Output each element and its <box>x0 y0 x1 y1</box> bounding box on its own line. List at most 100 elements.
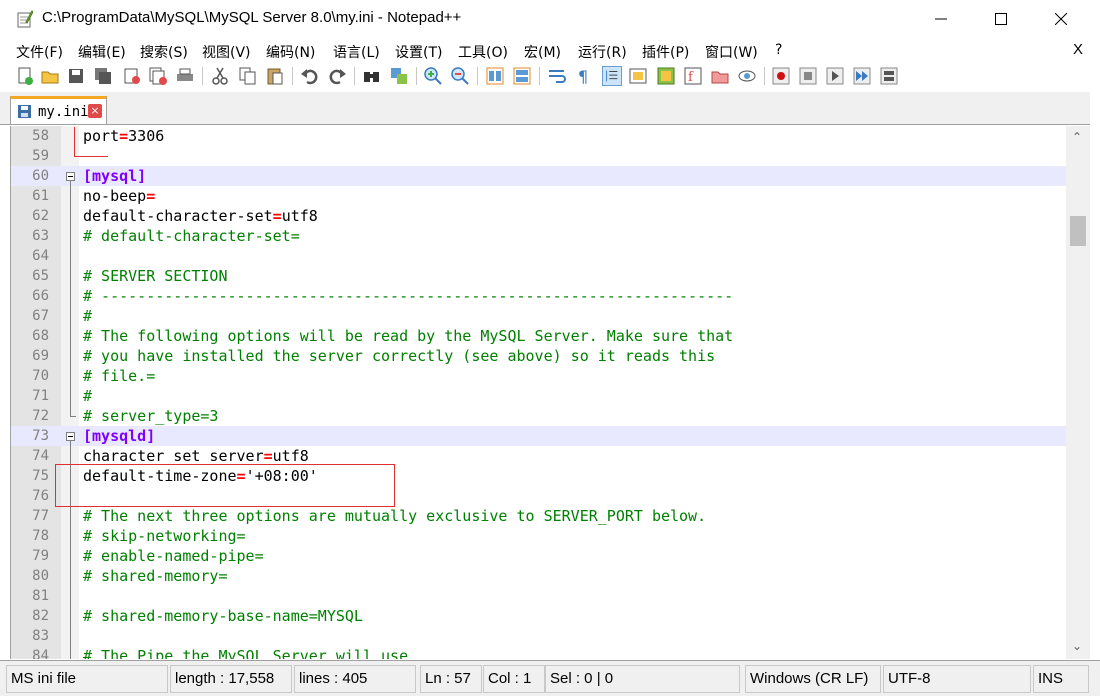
code-line[interactable]: 84 # The Pipe the MySQL Server will use <box>11 646 1066 659</box>
tab-my-ini[interactable]: my.ini × <box>10 96 107 124</box>
document-tab-bar: my.ini × <box>0 92 1090 125</box>
zoom-out-icon[interactable] <box>450 66 470 86</box>
code-line[interactable]: 81 <box>11 586 1066 606</box>
zoom-in-icon[interactable] <box>423 66 443 86</box>
code-text: # file.= <box>83 367 156 385</box>
code-text: # default-character-set= <box>83 227 300 245</box>
undo-icon[interactable] <box>300 66 320 86</box>
open-file-icon[interactable] <box>40 66 60 86</box>
menu-settings[interactable]: 设置(T) <box>395 42 442 62</box>
menu-run[interactable]: 运行(R) <box>578 42 627 62</box>
status-eol-format[interactable]: Windows (CR LF) <box>745 665 881 693</box>
sync-horizontal-icon[interactable] <box>512 66 532 86</box>
code-text: # The Pipe the MySQL Server will use <box>83 647 409 659</box>
code-line[interactable]: 74 character_set_server=utf8 <box>11 446 1066 466</box>
code-line[interactable]: 58 port=3306 <box>11 126 1066 146</box>
save-status-icon <box>18 105 31 118</box>
code-line[interactable]: 72 # server_type=3 <box>11 406 1066 426</box>
save-icon[interactable] <box>66 66 86 86</box>
function-list-icon[interactable]: f <box>683 66 703 86</box>
notepadpp-app-icon <box>17 10 33 28</box>
line-number: 59 <box>32 148 49 164</box>
line-number: 71 <box>32 388 49 404</box>
find-icon[interactable] <box>362 66 382 86</box>
fold-toggle-icon[interactable] <box>66 432 75 441</box>
close-window-button[interactable] <box>1038 0 1084 38</box>
close-document-x[interactable]: X <box>1073 41 1083 58</box>
menu-tools[interactable]: 工具(O) <box>458 42 508 62</box>
code-line[interactable]: 77 # The next three options are mutually … <box>11 506 1066 526</box>
paste-icon[interactable] <box>265 66 285 86</box>
menu-language[interactable]: 语言(L) <box>333 42 380 62</box>
code-line[interactable]: 71 # <box>11 386 1066 406</box>
line-number: 73 <box>32 428 49 444</box>
tab-close-icon[interactable]: × <box>88 104 102 118</box>
code-line[interactable]: 64 <box>11 246 1066 266</box>
cut-icon[interactable] <box>210 66 230 86</box>
line-number: 65 <box>32 268 49 284</box>
code-line[interactable]: 63 # default-character-set= <box>11 226 1066 246</box>
code-line[interactable]: 59 <box>11 146 1066 166</box>
code-line[interactable]: 69 # you have installed the server correc… <box>11 346 1066 366</box>
code-text: # The following options will be read by … <box>83 327 734 345</box>
vertical-scrollbar[interactable]: ⌃ ⌄ <box>1066 126 1090 659</box>
new-file-icon[interactable] <box>15 66 35 86</box>
menu-encoding[interactable]: 编码(N) <box>266 42 315 62</box>
close-all-icon[interactable] <box>148 66 168 86</box>
code-line[interactable]: 78 # skip-networking= <box>11 526 1066 546</box>
code-line[interactable]: 67 # <box>11 306 1066 326</box>
minimize-button[interactable] <box>918 0 964 38</box>
print-icon[interactable] <box>175 66 195 86</box>
run-macro-multiple-icon[interactable] <box>852 66 872 86</box>
menu-edit[interactable]: 编辑(E) <box>78 42 126 62</box>
editor-area[interactable]: 58 port=3306 59 60 [mysql] 61 no-beep= 62 defaul… <box>10 126 1066 659</box>
menu-macro[interactable]: 宏(M) <box>524 42 561 62</box>
close-file-icon[interactable] <box>122 66 142 86</box>
menu-search[interactable]: 搜索(S) <box>140 42 188 62</box>
code-line[interactable]: 82 # shared-memory-base-name=MYSQL <box>11 606 1066 626</box>
replace-icon[interactable] <box>389 66 409 86</box>
scrollbar-thumb[interactable] <box>1070 216 1086 246</box>
status-encoding[interactable]: UTF-8 <box>883 665 1031 693</box>
code-line[interactable]: 60 [mysql] <box>11 166 1066 186</box>
notepadpp-window: C:\ProgramData\MySQL\MySQL Server 8.0\my… <box>0 0 1100 700</box>
monitoring-icon[interactable] <box>737 66 757 86</box>
doc-map-icon[interactable] <box>656 66 676 86</box>
code-line[interactable]: 80 # shared-memory= <box>11 566 1066 586</box>
show-all-chars-icon[interactable]: ¶ <box>574 66 594 86</box>
code-line[interactable]: 79 # enable-named-pipe= <box>11 546 1066 566</box>
code-line[interactable]: 83 <box>11 626 1066 646</box>
redo-icon[interactable] <box>327 66 347 86</box>
code-line[interactable]: 68 # The following options will be read b… <box>11 326 1066 346</box>
menu-file[interactable]: 文件(F) <box>16 42 63 62</box>
menu-window[interactable]: 窗口(W) <box>705 42 758 62</box>
code-line[interactable]: 73 [mysqld] <box>11 426 1066 446</box>
indent-guide-icon[interactable] <box>602 66 622 86</box>
copy-icon[interactable] <box>238 66 258 86</box>
record-macro-icon[interactable] <box>771 66 791 86</box>
code-text: # server_type=3 <box>83 407 219 425</box>
code-line[interactable]: 66 # ------------------------------------… <box>11 286 1066 306</box>
save-macro-icon[interactable] <box>879 66 899 86</box>
play-macro-icon[interactable] <box>825 66 845 86</box>
maximize-button[interactable] <box>978 0 1024 38</box>
sync-vertical-icon[interactable] <box>485 66 505 86</box>
word-wrap-icon[interactable] <box>547 66 567 86</box>
window-title: C:\ProgramData\MySQL\MySQL Server 8.0\my… <box>42 9 462 26</box>
code-line[interactable]: 65 # SERVER SECTION <box>11 266 1066 286</box>
folder-workspace-icon[interactable] <box>710 66 730 86</box>
scroll-up-icon[interactable]: ⌃ <box>1072 130 1082 144</box>
menu-plugins[interactable]: 插件(P) <box>642 42 689 62</box>
user-defined-lang-icon[interactable] <box>628 66 648 86</box>
menu-help[interactable]: ? <box>775 42 782 58</box>
code-line[interactable]: 61 no-beep= <box>11 186 1066 206</box>
code-line[interactable]: 70 # file.= <box>11 366 1066 386</box>
stop-macro-icon[interactable] <box>798 66 818 86</box>
scroll-down-icon[interactable]: ⌄ <box>1072 639 1082 653</box>
menu-view[interactable]: 视图(V) <box>202 42 251 62</box>
fold-toggle-icon[interactable] <box>66 172 75 181</box>
save-all-icon[interactable] <box>93 66 113 86</box>
status-line-number: Ln : 57 <box>420 665 482 693</box>
toolbar-separator <box>354 67 355 85</box>
code-line[interactable]: 62 default-character-set=utf8 <box>11 206 1066 226</box>
